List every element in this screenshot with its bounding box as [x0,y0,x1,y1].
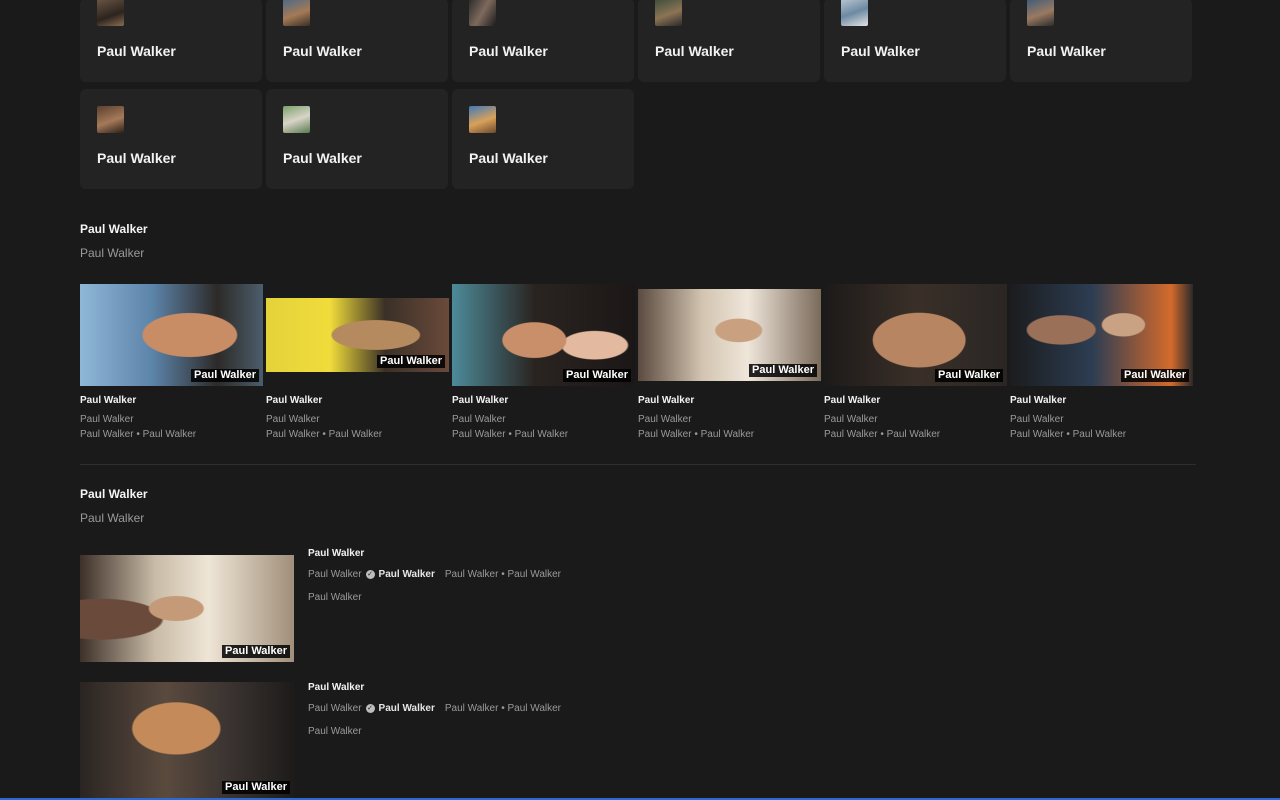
video-channel: Paul Walker [452,414,506,425]
channel-name[interactable]: Paul Walker [379,703,435,714]
video-badge: Paul Walker [1121,369,1189,382]
person-avatar-icon [469,106,496,133]
person-card[interactable]: Paul Walker [452,0,634,82]
video-channel: Paul Walker [80,414,134,425]
person-name: Paul Walker [283,150,362,166]
person-name: Paul Walker [1027,43,1106,59]
video-title[interactable]: Paul Walker [824,395,1007,406]
person-name: Paul Walker [97,150,176,166]
video-channel: Paul Walker [1010,414,1064,425]
video-thumbnail[interactable]: Paul Walker [1010,284,1193,386]
video-title[interactable]: Paul Walker [308,682,561,693]
video-badge: Paul Walker [377,355,445,368]
video-thumbnail[interactable]: Paul Walker [638,284,821,386]
video-title[interactable]: Paul Walker [1010,395,1193,406]
video-meta: Paul Walker • Paul Walker [80,429,197,440]
video-meta: Paul Walker • Paul Walker [266,429,383,440]
section-divider [80,464,1196,465]
person-avatar-icon [283,106,310,133]
video-meta-suffix: Paul Walker • Paul Walker [444,703,562,714]
video-badge: Paul Walker [191,369,259,382]
video-title[interactable]: Paul Walker [308,548,561,559]
person-name: Paul Walker [469,150,548,166]
person-card[interactable]: Paul Walker [638,0,820,82]
video-badge: Paul Walker [563,369,631,382]
person-avatar-icon [97,106,124,133]
section-title: Paul Walker [80,487,148,501]
person-name: Paul Walker [97,43,176,59]
person-card[interactable]: Paul Walker [824,0,1006,82]
video-row[interactable]: Paul Walker Paul Walker Paul Walker ✓ Pa… [80,548,980,662]
video-thumbnail[interactable]: Paul Walker [824,284,1007,386]
video-card[interactable]: Paul Walker Paul Walker Paul Walker Paul… [452,284,635,440]
video-title[interactable]: Paul Walker [638,395,821,406]
video-meta: Paul Walker • Paul Walker [638,429,755,440]
video-channel: Paul Walker [266,414,320,425]
video-meta: Paul Walker ✓ Paul Walker Paul Walker • … [308,569,561,580]
video-badge: Paul Walker [222,781,290,794]
video-title[interactable]: Paul Walker [80,395,263,406]
video-card[interactable]: Paul Walker Paul Walker Paul Walker Paul… [266,284,449,440]
video-title[interactable]: Paul Walker [452,395,635,406]
person-name: Paul Walker [841,43,920,59]
video-meta: Paul Walker • Paul Walker [1010,429,1127,440]
section-subtitle: Paul Walker [80,246,145,260]
video-thumbnail[interactable]: Paul Walker [452,284,635,386]
verified-check-icon: ✓ [365,570,375,579]
person-avatar-icon [655,0,682,26]
person-avatar-icon [469,0,496,26]
video-card[interactable]: Paul Walker Paul Walker Paul Walker Paul… [638,284,821,440]
video-card[interactable]: Paul Walker Paul Walker Paul Walker Paul… [80,284,263,440]
video-meta: Paul Walker • Paul Walker [824,429,941,440]
video-meta-prefix: Paul Walker [308,569,362,580]
video-channel: Paul Walker [638,414,692,425]
channel-name[interactable]: Paul Walker [379,569,435,580]
video-badge: Paul Walker [935,369,1003,382]
video-title[interactable]: Paul Walker [266,395,449,406]
person-avatar-icon [283,0,310,26]
person-card[interactable]: Paul Walker [80,0,262,82]
person-avatar-icon [97,0,124,26]
person-card[interactable]: Paul Walker [452,89,634,189]
video-meta-suffix: Paul Walker • Paul Walker [444,569,562,580]
person-card[interactable]: Paul Walker [1010,0,1192,82]
video-description: Paul Walker [308,726,362,737]
video-row[interactable]: Paul Walker Paul Walker Paul Walker ✓ Pa… [80,682,980,798]
verified-check-icon: ✓ [365,704,375,713]
video-card[interactable]: Paul Walker Paul Walker Paul Walker Paul… [824,284,1007,440]
video-description: Paul Walker [308,592,362,603]
video-info: Paul Walker Paul Walker ✓ Paul Walker Pa… [308,548,561,603]
video-info: Paul Walker Paul Walker ✓ Paul Walker Pa… [308,682,561,737]
video-thumbnail[interactable]: Paul Walker [80,682,294,798]
video-badge: Paul Walker [222,645,290,658]
video-badge: Paul Walker [749,364,817,377]
video-meta: Paul Walker ✓ Paul Walker Paul Walker • … [308,703,561,714]
video-meta: Paul Walker • Paul Walker [452,429,569,440]
video-thumbnail[interactable]: Paul Walker [80,555,294,662]
person-name: Paul Walker [283,43,362,59]
video-channel: Paul Walker [824,414,878,425]
person-card[interactable]: Paul Walker [266,89,448,189]
person-avatar-icon [1027,0,1054,26]
person-name: Paul Walker [469,43,548,59]
person-avatar-icon [841,0,868,26]
person-card[interactable]: Paul Walker [266,0,448,82]
video-thumbnail[interactable]: Paul Walker [80,284,263,386]
video-card[interactable]: Paul Walker Paul Walker Paul Walker Paul… [1010,284,1193,440]
video-thumbnail[interactable]: Paul Walker [266,284,449,386]
section-title: Paul Walker [80,222,148,236]
section-subtitle: Paul Walker [80,511,145,525]
video-meta-prefix: Paul Walker [308,703,362,714]
person-card[interactable]: Paul Walker [80,89,262,189]
person-name: Paul Walker [655,43,734,59]
